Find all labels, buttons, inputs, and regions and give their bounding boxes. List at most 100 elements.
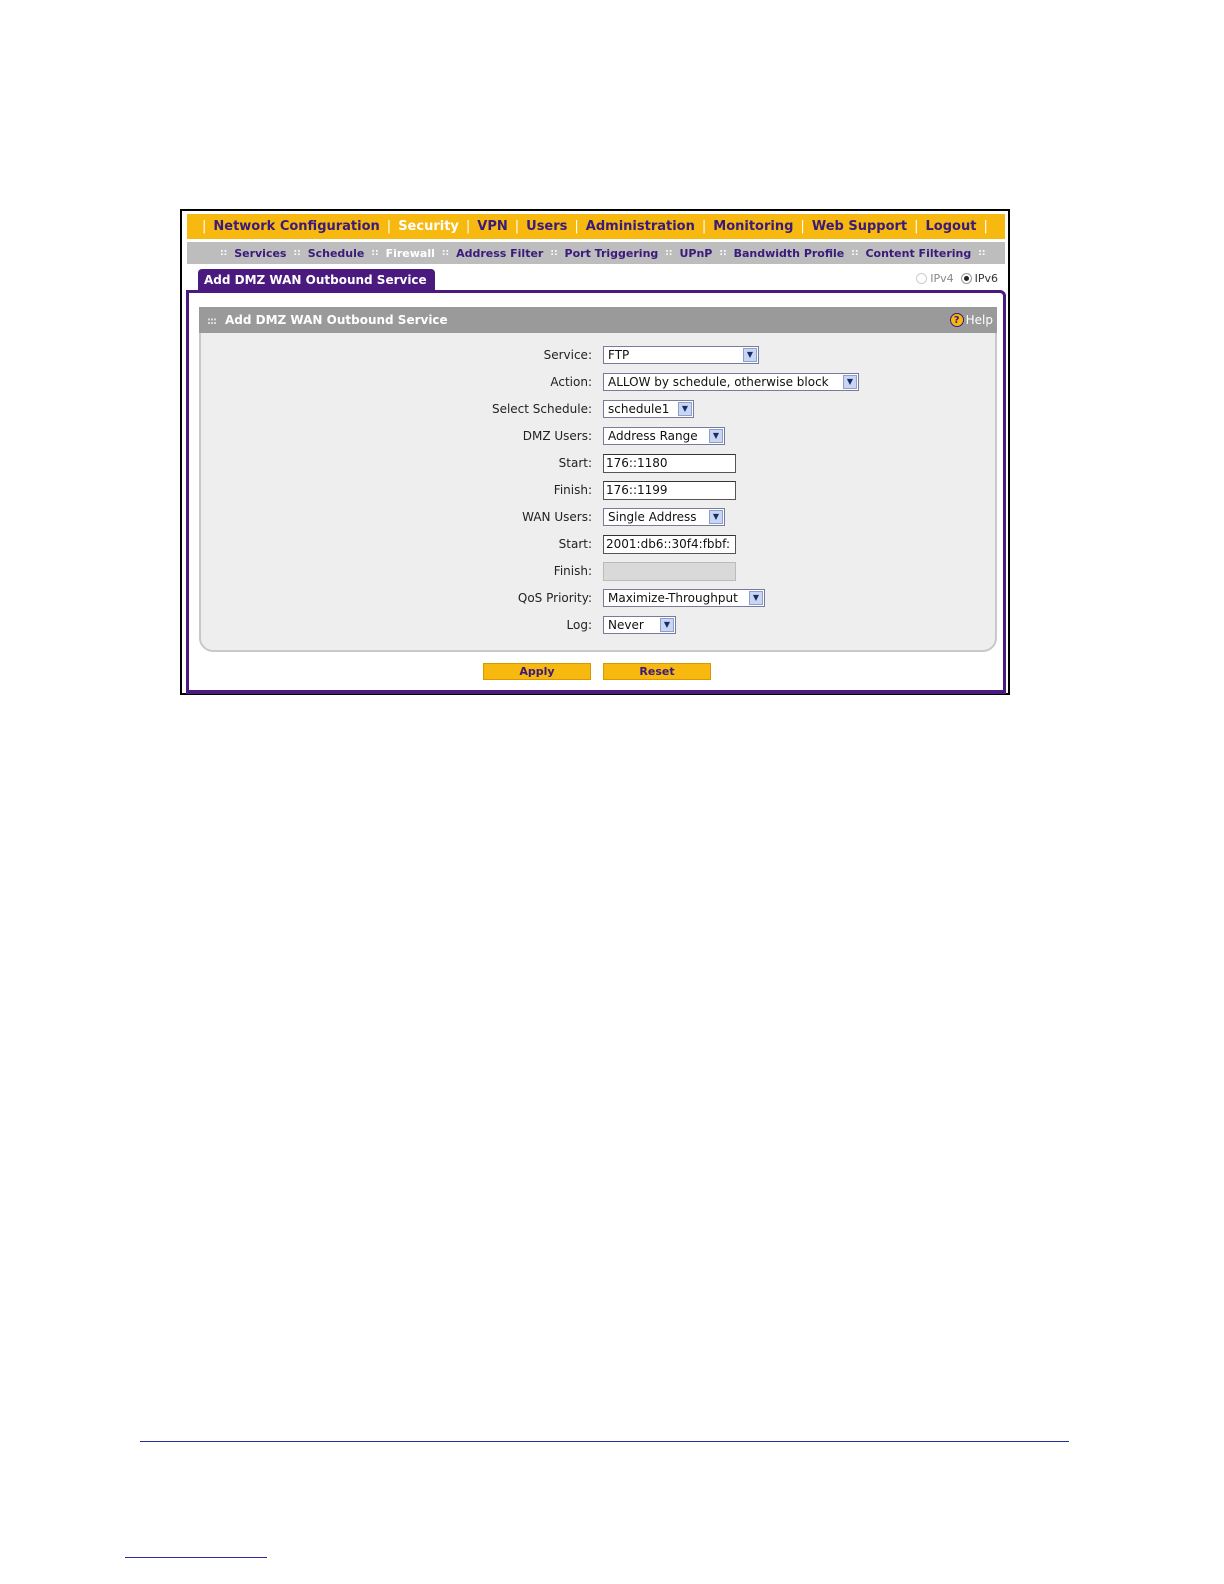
subnav-schedule[interactable]: Schedule	[308, 247, 365, 260]
tab-add-dmz-wan-outbound-service[interactable]: Add DMZ WAN Outbound Service	[198, 269, 435, 291]
service-value: FTP	[608, 348, 630, 362]
nav-separator: |	[914, 219, 919, 234]
wan-finish-row: Finish:	[201, 562, 995, 582]
dmz-users-label: DMZ Users:	[522, 429, 592, 443]
action-label: Action:	[550, 375, 592, 389]
nav-vpn[interactable]: VPN	[477, 219, 507, 234]
subnav-separator: ::	[293, 248, 301, 258]
subnav-separator: ::	[220, 248, 228, 258]
help-link[interactable]: ? Help	[949, 307, 993, 333]
help-label: Help	[965, 313, 993, 327]
wan-finish-input	[603, 562, 736, 581]
ip-version-selector: IPv4 IPv6	[916, 272, 998, 285]
service-row: Service: FTP ▼	[201, 346, 995, 366]
chevron-down-icon: ▼	[709, 510, 723, 524]
dmz-users-value: Address Range	[608, 429, 698, 443]
dmz-finish-row: Finish: 176::1199	[201, 481, 995, 501]
nav-separator: |	[386, 219, 392, 234]
log-label: Log:	[566, 618, 592, 632]
subnav-separator: ::	[719, 248, 727, 258]
ipv4-label: IPv4	[930, 272, 954, 285]
qos-value: Maximize-Throughput	[608, 591, 738, 605]
top-navigation: | Network Configuration | Security | VPN…	[187, 214, 1005, 239]
nav-monitoring[interactable]: Monitoring	[713, 219, 793, 234]
nav-separator: |	[800, 219, 805, 234]
dmz-finish-label: Finish:	[553, 483, 592, 497]
log-value: Never	[608, 618, 644, 632]
nav-separator: |	[983, 219, 988, 234]
schedule-row: Select Schedule: schedule1 ▼	[201, 400, 995, 420]
subnav-services[interactable]: Services	[234, 247, 286, 260]
footer-divider	[140, 1441, 1069, 1442]
subnav-address-filter[interactable]: Address Filter	[456, 247, 543, 260]
screenshot-frame: | Network Configuration | Security | VPN…	[180, 209, 1010, 695]
apply-button[interactable]: Apply	[483, 663, 591, 680]
dmz-start-input[interactable]: 176::1180	[603, 454, 736, 473]
subnav-separator: ::	[851, 248, 859, 258]
ipv6-radio[interactable]	[960, 273, 972, 284]
nav-logout[interactable]: Logout	[926, 219, 977, 234]
sub-navigation: :: Services :: Schedule :: Firewall :: A…	[187, 242, 1005, 264]
nav-separator: |	[574, 219, 579, 234]
chevron-down-icon: ▼	[743, 348, 757, 362]
wan-users-label: WAN Users:	[522, 510, 592, 524]
chevron-down-icon: ▼	[749, 591, 763, 605]
dmz-users-row: DMZ Users: Address Range ▼	[201, 427, 995, 447]
nav-security[interactable]: Security	[398, 219, 459, 234]
schedule-label: Select Schedule:	[491, 402, 592, 416]
wan-users-select[interactable]: Single Address ▼	[603, 508, 725, 526]
action-row: Action: ALLOW by schedule, otherwise blo…	[201, 373, 995, 393]
qos-label: QoS Priority:	[517, 591, 592, 605]
nav-separator: |	[514, 219, 520, 234]
subnav-port-triggering[interactable]: Port Triggering	[565, 247, 659, 260]
nav-network-configuration[interactable]: Network Configuration	[213, 219, 379, 234]
dmz-users-select[interactable]: Address Range ▼	[603, 427, 725, 445]
chevron-down-icon: ▼	[660, 618, 674, 632]
wan-start-label: Start:	[558, 537, 592, 551]
subnav-bandwidth-profile[interactable]: Bandwidth Profile	[734, 247, 845, 260]
service-select[interactable]: FTP ▼	[603, 346, 759, 364]
dmz-start-label: Start:	[558, 456, 592, 470]
dmz-finish-input[interactable]: 176::1199	[603, 481, 736, 500]
grip-icon: :::	[207, 316, 217, 327]
log-select[interactable]: Never ▼	[603, 616, 676, 634]
wan-finish-label: Finish:	[553, 564, 592, 578]
service-label: Service:	[543, 348, 592, 362]
nav-users[interactable]: Users	[526, 219, 567, 234]
qos-select[interactable]: Maximize-Throughput ▼	[603, 589, 765, 607]
subnav-separator: ::	[441, 248, 450, 258]
help-icon: ?	[949, 313, 964, 327]
footer-link-underline	[125, 1557, 267, 1558]
chevron-down-icon: ▼	[843, 375, 857, 389]
schedule-value: schedule1	[608, 402, 670, 416]
panel-title: Add DMZ WAN Outbound Service	[225, 313, 448, 327]
subnav-upnp[interactable]: UPnP	[679, 247, 712, 260]
wan-start-input[interactable]: 2001:db6::30f4:fbbf:	[603, 535, 736, 554]
subnav-separator: ::	[665, 248, 673, 258]
dmz-start-row: Start: 176::1180	[201, 454, 995, 474]
action-select[interactable]: ALLOW by schedule, otherwise block ▼	[603, 373, 859, 391]
nav-separator: |	[701, 219, 707, 234]
nav-separator: |	[465, 219, 471, 234]
reset-button[interactable]: Reset	[603, 663, 711, 680]
subnav-separator: ::	[978, 248, 986, 258]
nav-administration[interactable]: Administration	[586, 219, 695, 234]
wan-users-row: WAN Users: Single Address ▼	[201, 508, 995, 528]
chevron-down-icon: ▼	[678, 402, 692, 416]
schedule-select[interactable]: schedule1 ▼	[603, 400, 694, 418]
log-row: Log: Never ▼	[201, 616, 995, 636]
action-value: ALLOW by schedule, otherwise block	[608, 375, 829, 389]
chevron-down-icon: ▼	[709, 429, 723, 443]
subnav-separator: ::	[550, 248, 558, 258]
subnav-content-filtering[interactable]: Content Filtering	[865, 247, 971, 260]
qos-row: QoS Priority: Maximize-Throughput ▼	[201, 589, 995, 609]
wan-start-row: Start: 2001:db6::30f4:fbbf:	[201, 535, 995, 555]
nav-web-support[interactable]: Web Support	[812, 219, 907, 234]
panel-header: ::: Add DMZ WAN Outbound Service ? Help	[199, 307, 997, 333]
subnav-firewall[interactable]: Firewall	[386, 247, 435, 260]
wan-users-value: Single Address	[608, 510, 697, 524]
ipv4-radio[interactable]	[916, 273, 928, 284]
ipv6-label: IPv6	[974, 272, 998, 285]
form-panel: ::: Add DMZ WAN Outbound Service ? Help S…	[199, 307, 997, 652]
subnav-separator: ::	[371, 248, 379, 258]
